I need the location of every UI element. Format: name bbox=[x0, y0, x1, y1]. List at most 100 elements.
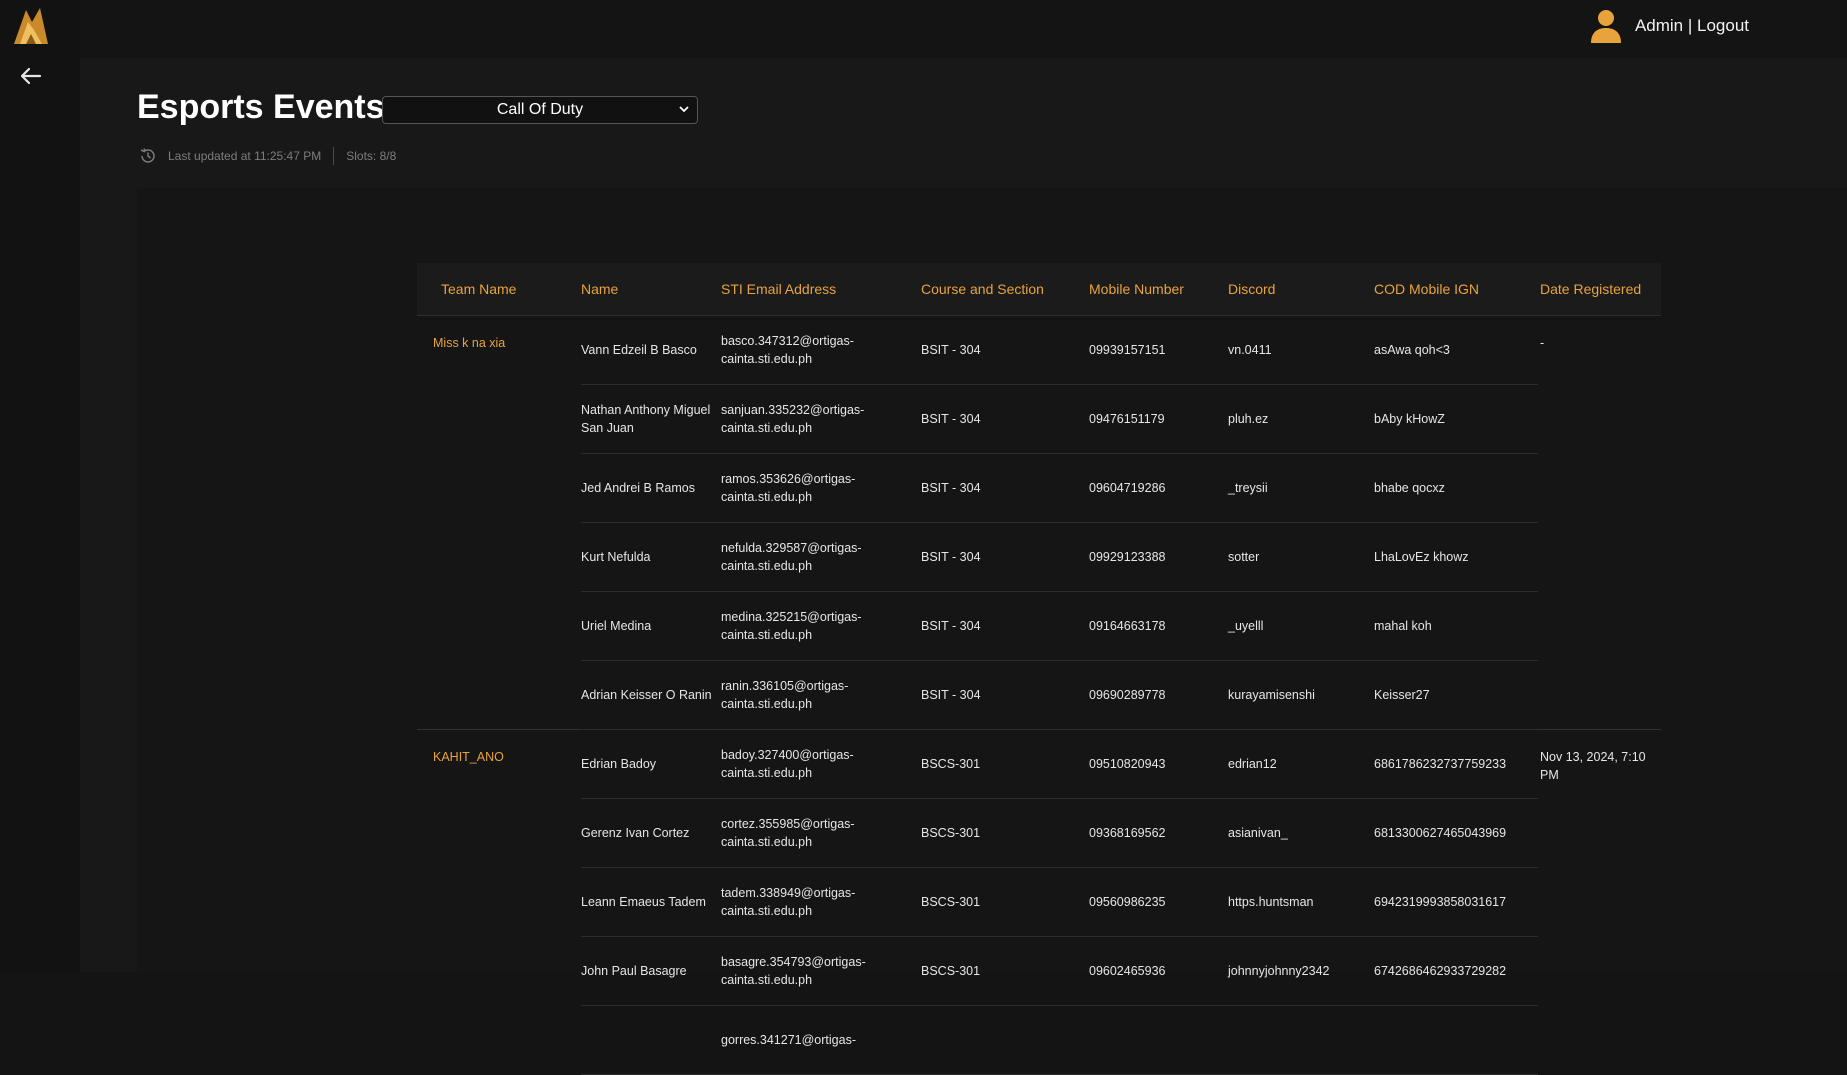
member-course: BSCS-301 bbox=[921, 798, 1089, 868]
page-title: Esports Events bbox=[137, 88, 385, 126]
member-mobile: 09368169562 bbox=[1089, 798, 1228, 868]
column-header[interactable]: STI Email Address bbox=[721, 263, 921, 316]
table-row: Nathan Anthony Miguel San Juan sanjuan.33… bbox=[417, 384, 1661, 454]
registrations-table: Team Name Name STI Email Address Course … bbox=[417, 263, 1661, 1075]
member-course: BSCS-301 bbox=[921, 936, 1089, 1006]
user-menu[interactable]: Admin | Logout bbox=[1589, 6, 1749, 46]
member-name: Leann Emaeus Tadem bbox=[581, 867, 721, 937]
member-course: BSIT - 304 bbox=[921, 660, 1089, 730]
slots-text: Slots: 8/8 bbox=[346, 149, 397, 163]
table-row: Adrian Keisser O Ranin ranin.336105@ortig… bbox=[417, 660, 1661, 730]
member-course bbox=[921, 1005, 1089, 1075]
team-name: KAHIT_ANO bbox=[417, 729, 581, 1075]
member-mobile: 09560986235 bbox=[1089, 867, 1228, 937]
member-email: tadem.338949@ortigas-cainta.sti.edu.ph bbox=[721, 867, 921, 937]
table-row: Uriel Medina medina.325215@ortigas-cainta… bbox=[417, 591, 1661, 661]
member-mobile: 09604719286 bbox=[1089, 453, 1228, 523]
member-email: gorres.341271@ortigas- bbox=[721, 1005, 921, 1075]
member-email: basco.347312@ortigas-cainta.sti.edu.ph bbox=[721, 315, 921, 385]
table-row: gorres.341271@ortigas- bbox=[417, 1005, 1661, 1075]
member-email: basagre.354793@ortigas-cainta.sti.edu.ph bbox=[721, 936, 921, 1006]
member-discord: vn.0411 bbox=[1228, 315, 1374, 385]
member-ign: mahal koh bbox=[1374, 591, 1538, 661]
column-header[interactable]: Discord bbox=[1228, 263, 1374, 316]
member-discord: asianivan_ bbox=[1228, 798, 1374, 868]
member-discord: johnnyjohnny2342 bbox=[1228, 936, 1374, 1006]
divider bbox=[333, 147, 335, 165]
member-ign: 6942319993858031617 bbox=[1374, 867, 1538, 937]
table-row: Leann Emaeus Tadem tadem.338949@ortigas-c… bbox=[417, 867, 1661, 937]
member-name: Jed Andrei B Ramos bbox=[581, 453, 721, 523]
member-mobile: 09476151179 bbox=[1089, 384, 1228, 454]
arrow-left-icon[interactable] bbox=[18, 64, 44, 88]
member-ign: 6813300627465043969 bbox=[1374, 798, 1538, 868]
member-name: Uriel Medina bbox=[581, 591, 721, 661]
member-course: BSIT - 304 bbox=[921, 591, 1089, 661]
member-discord bbox=[1228, 1005, 1374, 1075]
member-mobile: 09602465936 bbox=[1089, 936, 1228, 1006]
member-course: BSIT - 304 bbox=[921, 384, 1089, 454]
column-header[interactable]: Mobile Number bbox=[1089, 263, 1228, 316]
table-row: Jed Andrei B Ramos ramos.353626@ortigas-c… bbox=[417, 453, 1661, 523]
member-email: ramos.353626@ortigas-cainta.sti.edu.ph bbox=[721, 453, 921, 523]
member-mobile: 09690289778 bbox=[1089, 660, 1228, 730]
admin-logout-link[interactable]: Admin | Logout bbox=[1635, 16, 1749, 36]
game-select-value: Call Of Duty bbox=[496, 101, 584, 118]
member-mobile: 09929123388 bbox=[1089, 522, 1228, 592]
sidebar bbox=[0, 0, 81, 972]
history-clock-icon bbox=[140, 148, 155, 163]
member-email: badoy.327400@ortigas-cainta.sti.edu.ph bbox=[721, 729, 921, 799]
meta-bar: Last updated at 11:25:47 PM Slots: 8/8 bbox=[138, 146, 396, 166]
member-mobile: 09164663178 bbox=[1089, 591, 1228, 661]
table-body: Miss k na xia Vann Edzeil B Basco basco.34… bbox=[417, 315, 1661, 1075]
member-discord: _treysii bbox=[1228, 453, 1374, 523]
member-email: ranin.336105@ortigas-cainta.sti.edu.ph bbox=[721, 660, 921, 730]
member-name: Kurt Nefulda bbox=[581, 522, 721, 592]
table-row: Kurt Nefulda nefulda.329587@ortigas-caint… bbox=[417, 522, 1661, 592]
table-row: Gerenz Ivan Cortez cortez.355985@ortigas-… bbox=[417, 798, 1661, 868]
member-course: BSCS-301 bbox=[921, 867, 1089, 937]
member-discord: https.huntsman bbox=[1228, 867, 1374, 937]
member-course: BSCS-301 bbox=[921, 729, 1089, 799]
date-registered: - bbox=[1540, 336, 1545, 350]
member-name: Adrian Keisser O Ranin bbox=[581, 660, 721, 730]
member-ign: 6742686462933729282 bbox=[1374, 936, 1538, 1006]
member-mobile: 09510820943 bbox=[1089, 729, 1228, 799]
member-mobile: 09939157151 bbox=[1089, 315, 1228, 385]
table-row: KAHIT_ANO Edrian Badoy badoy.327400@ortiga… bbox=[417, 729, 1661, 1075]
table-row: Miss k na xia Vann Edzeil B Basco basco.34… bbox=[417, 315, 1661, 385]
member-ign: bAby kHowZ bbox=[1374, 384, 1538, 454]
member-mobile bbox=[1089, 1005, 1228, 1075]
column-header[interactable]: Course and Section bbox=[921, 263, 1089, 316]
fox-logo-icon[interactable] bbox=[8, 4, 54, 50]
member-ign: Keisser27 bbox=[1374, 660, 1538, 730]
member-name bbox=[581, 1005, 721, 1075]
column-header[interactable]: Team Name bbox=[417, 263, 581, 316]
column-header[interactable]: Name bbox=[581, 263, 721, 316]
member-course: BSIT - 304 bbox=[921, 315, 1089, 385]
member-discord: edrian12 bbox=[1228, 729, 1374, 799]
member-ign: bhabe qocxz bbox=[1374, 453, 1538, 523]
main-content: Esports Events Call Of Duty Last updated… bbox=[80, 58, 1847, 1075]
team-name: Miss k na xia bbox=[433, 336, 506, 350]
date-registered: Nov 13, 2024, 7:10 PM bbox=[1538, 729, 1661, 1075]
member-name: Gerenz Ivan Cortez bbox=[581, 798, 721, 868]
member-name: Edrian Badoy bbox=[581, 729, 721, 799]
member-email: medina.325215@ortigas-cainta.sti.edu.ph bbox=[721, 591, 921, 661]
member-ign: LhaLovEz khowz bbox=[1374, 522, 1538, 592]
member-course: BSIT - 304 bbox=[921, 522, 1089, 592]
game-select[interactable]: Call Of Duty bbox=[382, 96, 698, 124]
topbar: Admin | Logout bbox=[80, 0, 1847, 58]
member-email: cortez.355985@ortigas-cainta.sti.edu.ph bbox=[721, 798, 921, 868]
table-panel: Team Name Name STI Email Address Course … bbox=[137, 188, 1847, 1075]
user-avatar-icon bbox=[1590, 10, 1621, 43]
column-header[interactable]: Date Registered bbox=[1538, 263, 1661, 316]
member-discord: pluh.ez bbox=[1228, 384, 1374, 454]
member-email: nefulda.329587@ortigas-cainta.sti.edu.ph bbox=[721, 522, 921, 592]
member-ign: 6861786232737759233 bbox=[1374, 729, 1538, 799]
member-email: sanjuan.335232@ortigas-cainta.sti.edu.ph bbox=[721, 384, 921, 454]
member-name: John Paul Basagre bbox=[581, 936, 721, 1006]
column-header[interactable]: COD Mobile IGN bbox=[1374, 263, 1538, 316]
member-ign bbox=[1374, 1005, 1538, 1075]
table-row: John Paul Basagre basagre.354793@ortigas-… bbox=[417, 936, 1661, 1006]
